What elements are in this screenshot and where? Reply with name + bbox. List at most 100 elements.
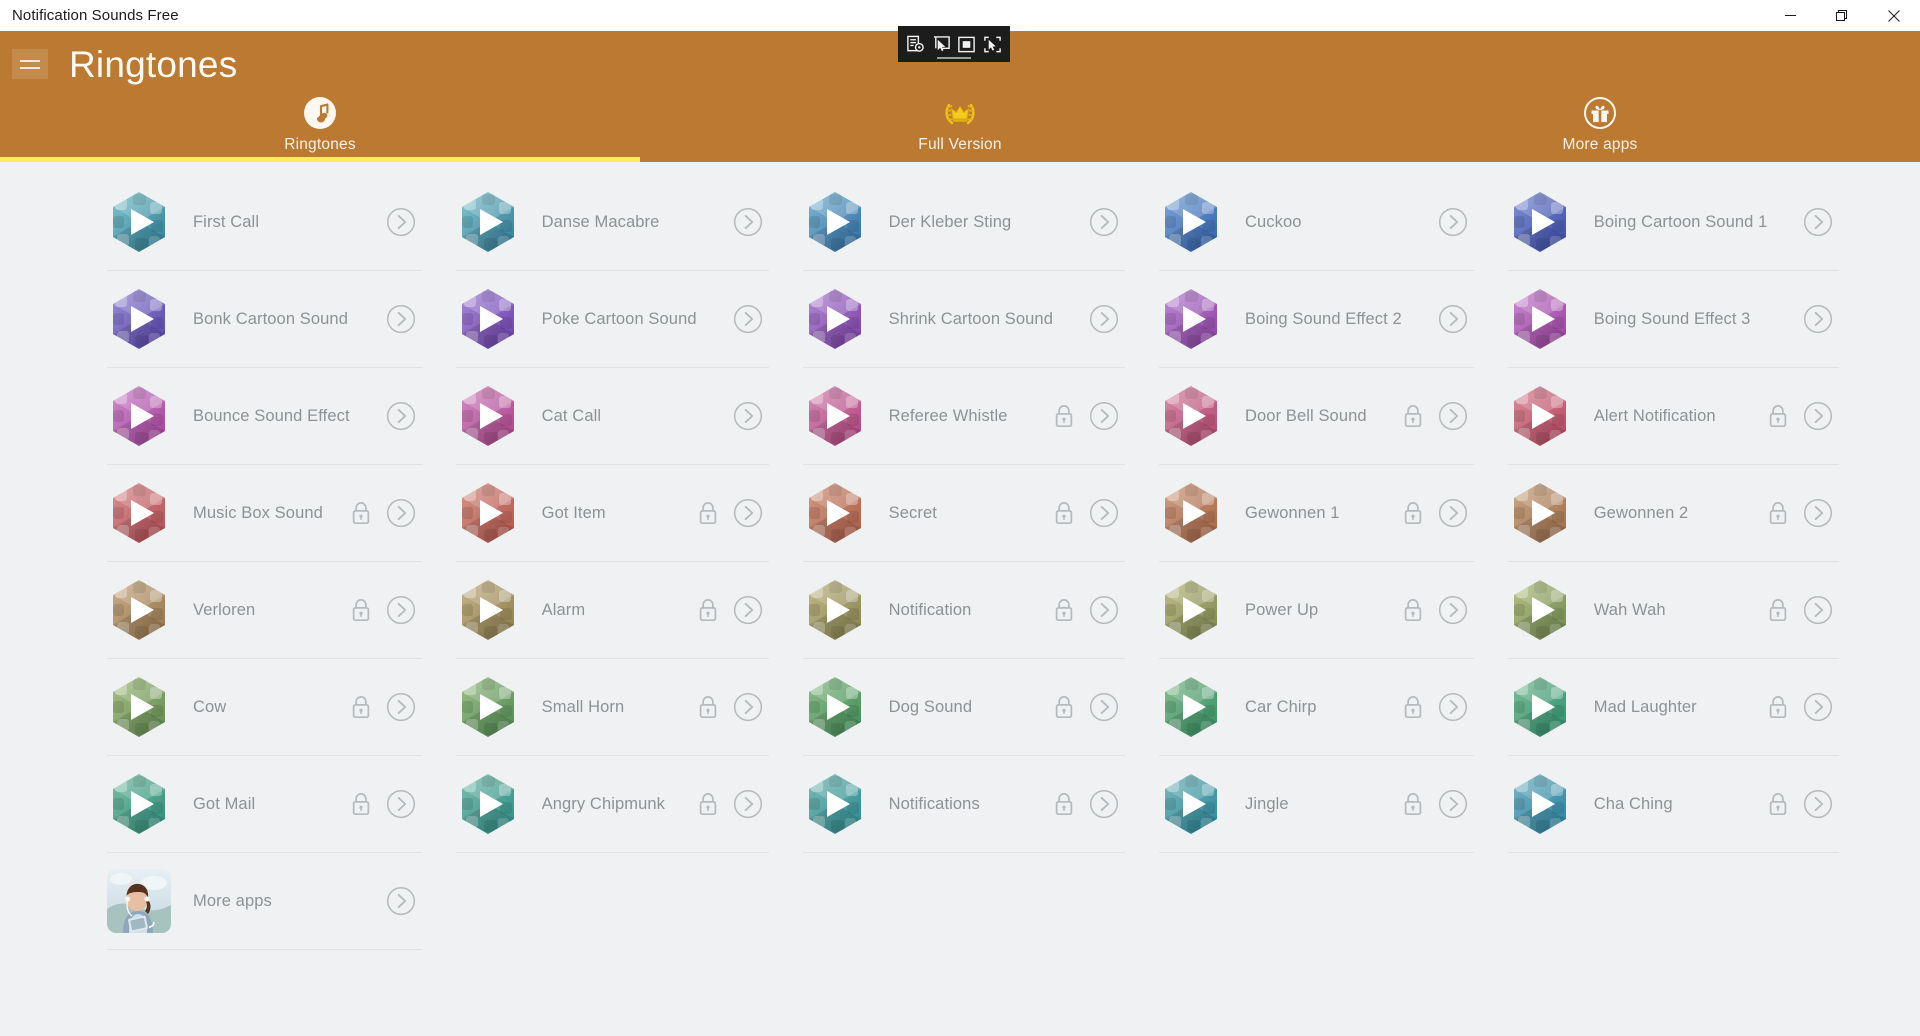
ringtone-item[interactable]: Boing Sound Effect 2 — [1159, 271, 1474, 368]
ringtone-item[interactable]: Music Box Sound — [107, 465, 422, 562]
chevron-right-button[interactable] — [733, 207, 763, 237]
ringtone-item[interactable]: Wah Wah — [1507, 562, 1840, 659]
ringtone-item[interactable]: Notification — [802, 562, 1125, 659]
region-select-button[interactable] — [956, 33, 978, 55]
ringtone-item[interactable]: Small Horn — [455, 659, 769, 756]
chevron-right-button[interactable] — [1438, 207, 1468, 237]
ringtone-play-button[interactable] — [1508, 675, 1572, 739]
chevron-right-button[interactable] — [733, 401, 763, 431]
chevron-right-button[interactable] — [733, 789, 763, 819]
tab-ringtones[interactable]: Ringtones — [0, 93, 640, 154]
restore-button[interactable] — [1816, 0, 1868, 31]
chevron-right-button[interactable] — [1089, 304, 1119, 334]
ringtone-item[interactable]: Alarm — [455, 562, 769, 659]
ringtone-play-button[interactable] — [107, 190, 171, 254]
ringtone-play-button[interactable] — [1508, 578, 1572, 642]
ringtone-item[interactable]: Referee Whistle — [802, 368, 1125, 465]
ringtone-play-button[interactable] — [1508, 772, 1572, 836]
ringtone-play-button[interactable] — [803, 772, 867, 836]
ringtone-item[interactable]: Boing Sound Effect 3 — [1507, 271, 1840, 368]
tab-more-apps[interactable]: More apps — [1280, 93, 1920, 154]
ringtone-item[interactable]: Poke Cartoon Sound — [455, 271, 769, 368]
chevron-right-button[interactable] — [1438, 595, 1468, 625]
ringtone-play-button[interactable] — [1508, 384, 1572, 448]
ringtone-item[interactable]: Cow — [107, 659, 422, 756]
ringtone-play-button[interactable] — [1508, 287, 1572, 351]
screen-capture-overlay-toolbar[interactable] — [898, 26, 1010, 62]
chevron-right-button[interactable] — [1089, 498, 1119, 528]
ringtone-play-button[interactable] — [803, 675, 867, 739]
chevron-right-button[interactable] — [386, 304, 416, 334]
ringtone-play-button[interactable] — [456, 675, 520, 739]
ringtone-play-button[interactable] — [803, 578, 867, 642]
ringtone-item[interactable]: Gewonnen 2 — [1507, 465, 1840, 562]
ringtone-item[interactable]: Mad Laughter — [1507, 659, 1840, 756]
ringtone-play-button[interactable] — [456, 772, 520, 836]
chevron-right-button[interactable] — [1803, 304, 1833, 334]
ringtone-item[interactable]: Bounce Sound Effect — [107, 368, 422, 465]
ringtone-play-button[interactable] — [1159, 287, 1223, 351]
ringtone-play-button[interactable] — [1159, 675, 1223, 739]
chevron-right-button[interactable] — [386, 789, 416, 819]
chevron-right-button[interactable] — [1803, 207, 1833, 237]
ringtone-item[interactable]: Gewonnen 1 — [1159, 465, 1474, 562]
tab-full-version[interactable]: Full Version — [640, 93, 1280, 154]
capture-settings-button[interactable] — [905, 33, 927, 55]
ringtone-play-button[interactable] — [1508, 481, 1572, 545]
chevron-right-button[interactable] — [1803, 789, 1833, 819]
ringtone-item[interactable]: Shrink Cartoon Sound — [802, 271, 1125, 368]
ringtone-play-button[interactable] — [107, 578, 171, 642]
window-pointer-button[interactable] — [930, 33, 952, 55]
chevron-right-button[interactable] — [386, 886, 416, 916]
chevron-right-button[interactable] — [733, 498, 763, 528]
ringtone-play-button[interactable] — [107, 287, 171, 351]
ringtone-play-button[interactable] — [803, 384, 867, 448]
ringtone-item[interactable]: Verloren — [107, 562, 422, 659]
chevron-right-button[interactable] — [733, 692, 763, 722]
ringtone-item[interactable]: Got Mail — [107, 756, 422, 853]
chevron-right-button[interactable] — [1089, 595, 1119, 625]
chevron-right-button[interactable] — [1803, 692, 1833, 722]
chevron-right-button[interactable] — [1438, 401, 1468, 431]
minimize-button[interactable] — [1764, 0, 1816, 31]
ringtone-item[interactable]: Boing Cartoon Sound 1 — [1507, 174, 1840, 271]
chevron-right-button[interactable] — [1438, 304, 1468, 334]
ringtone-play-button[interactable] — [803, 481, 867, 545]
chevron-right-button[interactable] — [1089, 692, 1119, 722]
ringtone-item[interactable]: Notifications — [802, 756, 1125, 853]
ringtone-play-button[interactable] — [456, 384, 520, 448]
ringtone-play-button[interactable] — [803, 287, 867, 351]
chevron-right-button[interactable] — [1803, 401, 1833, 431]
ringtone-play-button[interactable] — [107, 384, 171, 448]
ringtone-play-button[interactable] — [456, 578, 520, 642]
chevron-right-button[interactable] — [1438, 789, 1468, 819]
chevron-right-button[interactable] — [386, 595, 416, 625]
chevron-right-button[interactable] — [1438, 498, 1468, 528]
ringtone-item[interactable]: Alert Notification — [1507, 368, 1840, 465]
ringtone-play-button[interactable] — [1508, 190, 1572, 254]
ringtone-item[interactable]: Cuckoo — [1159, 174, 1474, 271]
ringtone-play-button[interactable] — [456, 481, 520, 545]
ringtone-item[interactable]: Danse Macabre — [455, 174, 769, 271]
chevron-right-button[interactable] — [386, 207, 416, 237]
ringtone-play-button[interactable] — [1159, 481, 1223, 545]
ringtone-play-button[interactable] — [456, 287, 520, 351]
ringtone-item[interactable]: Door Bell Sound — [1159, 368, 1474, 465]
ringtone-item[interactable]: Car Chirp — [1159, 659, 1474, 756]
ringtone-item[interactable]: Angry Chipmunk — [455, 756, 769, 853]
ringtone-item[interactable]: Dog Sound — [802, 659, 1125, 756]
ringtone-item[interactable]: Jingle — [1159, 756, 1474, 853]
ringtone-item[interactable]: Bonk Cartoon Sound — [107, 271, 422, 368]
chevron-right-button[interactable] — [733, 595, 763, 625]
ringtone-item[interactable]: Secret — [802, 465, 1125, 562]
chevron-right-button[interactable] — [1089, 789, 1119, 819]
ringtone-play-button[interactable] — [1159, 578, 1223, 642]
chevron-right-button[interactable] — [386, 498, 416, 528]
ringtone-item[interactable]: First Call — [107, 174, 422, 271]
ringtone-item[interactable]: Der Kleber Sting — [802, 174, 1125, 271]
chevron-right-button[interactable] — [1803, 498, 1833, 528]
ringtone-play-button[interactable] — [107, 481, 171, 545]
chevron-right-button[interactable] — [1803, 595, 1833, 625]
more-apps-item[interactable]: More apps — [107, 853, 422, 950]
ringtone-item[interactable]: Cat Call — [455, 368, 769, 465]
